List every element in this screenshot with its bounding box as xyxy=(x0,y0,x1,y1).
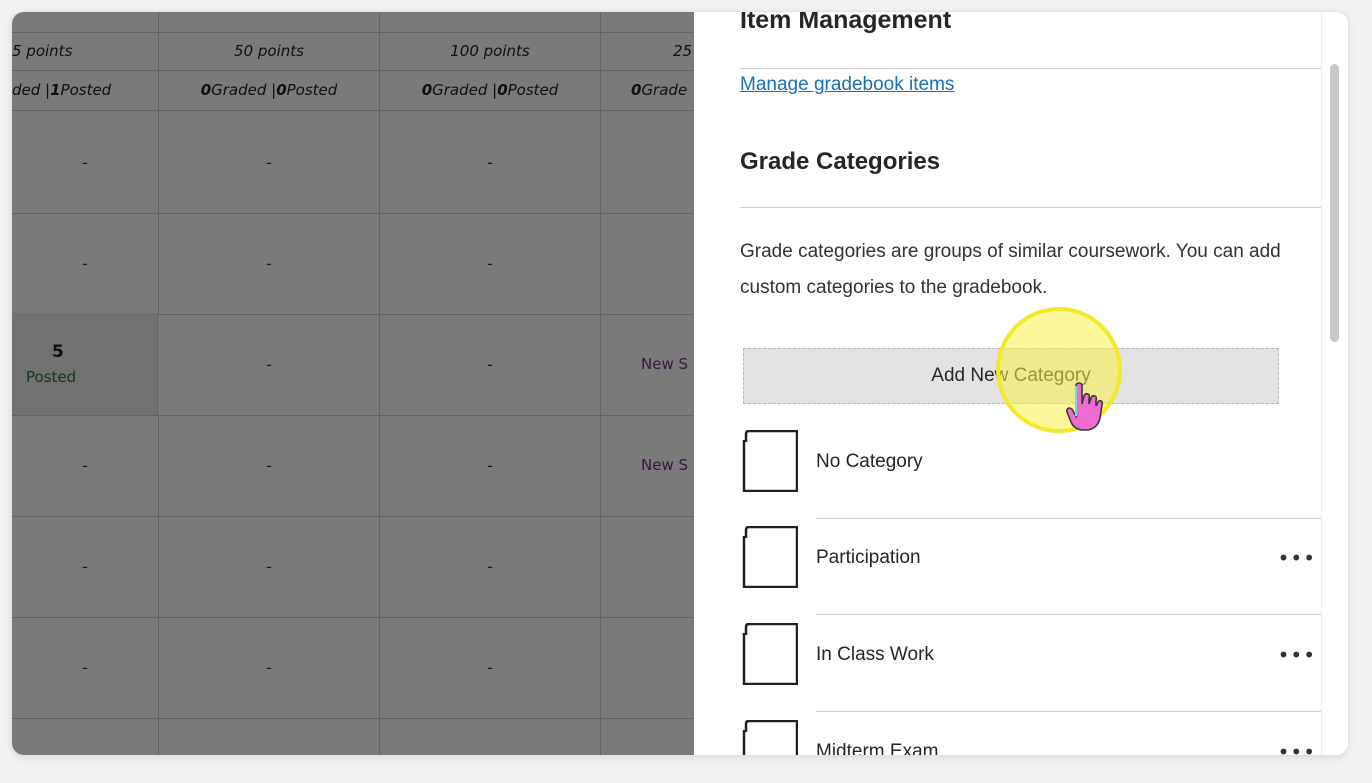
category-item[interactable]: Midterm Exam ••• xyxy=(740,712,1334,755)
grade-cell[interactable]: - xyxy=(12,616,159,718)
grade-cell[interactable]: - xyxy=(159,111,380,213)
category-icon xyxy=(742,430,798,492)
grade-cell[interactable]: - xyxy=(159,515,380,617)
status-text: Posted xyxy=(286,81,338,99)
item-management-heading: Item Management xyxy=(740,12,952,34)
category-icon xyxy=(742,623,798,685)
app-window: 5 points 50 points 100 points 25 ded | 1… xyxy=(12,12,1348,755)
new-submission-cell[interactable]: New S xyxy=(601,414,694,516)
status-text: Grade xyxy=(641,81,688,99)
grade-cell[interactable]: - xyxy=(12,414,159,516)
grade-cell[interactable] xyxy=(601,111,694,213)
category-icon xyxy=(742,720,798,755)
gradebook-grid: 5 points 50 points 100 points 25 ded | 1… xyxy=(12,12,694,755)
grade-cell[interactable]: - xyxy=(12,111,159,213)
grade-cell[interactable] xyxy=(601,616,694,718)
status-header-row: ded | 1 Posted 0 Graded | 0 Posted 0 Gra… xyxy=(12,70,694,111)
grade-cell[interactable]: - xyxy=(380,515,601,617)
points-header-row: 5 points 50 points 100 points 25 xyxy=(12,32,694,71)
grade-cell[interactable]: - xyxy=(380,616,601,718)
new-submission-cell[interactable]: New S xyxy=(601,313,694,415)
table-row: - - - xyxy=(12,111,694,214)
category-name: Participation xyxy=(816,547,921,568)
grade-cell[interactable]: - xyxy=(159,616,380,718)
status-text: Posted xyxy=(60,81,112,99)
grade-cell[interactable] xyxy=(159,717,380,755)
grade-cell[interactable]: - xyxy=(159,212,380,314)
more-options-icon[interactable]: ••• xyxy=(1278,615,1316,695)
grade-cell[interactable]: - xyxy=(380,414,601,516)
status-text: Posted xyxy=(507,81,559,99)
table-row: - - - xyxy=(12,616,694,719)
column-points: 100 points xyxy=(380,32,601,70)
status-count: 0 xyxy=(421,81,433,99)
column-status: ded | 1 Posted xyxy=(12,70,159,110)
grade-cell[interactable] xyxy=(601,515,694,617)
status-text: Graded | xyxy=(432,81,498,99)
table-row: 5 Posted - - New S xyxy=(12,313,694,416)
category-item[interactable]: No Category xyxy=(740,422,1334,519)
grade-cell[interactable]: - xyxy=(159,313,380,415)
column-status: 0 Graded | 0 Posted xyxy=(380,70,601,110)
table-row: - - - xyxy=(12,212,694,315)
grade-cell[interactable] xyxy=(601,212,694,314)
table-row xyxy=(12,717,694,755)
grade-categories-description: Grade categories are groups of similar c… xyxy=(740,241,1281,298)
posted-status: Posted xyxy=(26,368,77,386)
status-text: ded | xyxy=(12,81,51,99)
column-status: 0 Graded | 0 Posted xyxy=(159,70,380,110)
grade-score: 5 xyxy=(52,342,64,362)
category-item[interactable]: Participation ••• xyxy=(740,518,1334,615)
status-count: 0 xyxy=(631,81,642,99)
column-points: 5 points xyxy=(12,32,159,70)
category-name: In Class Work xyxy=(816,644,934,665)
more-options-icon[interactable]: ••• xyxy=(1278,518,1316,598)
grade-cell[interactable]: - xyxy=(380,212,601,314)
column-points: 50 points xyxy=(159,32,380,70)
status-count: 0 xyxy=(276,81,287,99)
column-points: 25 xyxy=(601,32,694,70)
grade-cell[interactable] xyxy=(380,717,601,755)
grade-cell[interactable]: - xyxy=(12,515,159,617)
grade-cell[interactable] xyxy=(12,717,159,755)
status-text: Graded | xyxy=(211,81,277,99)
table-row: - - - xyxy=(12,515,694,618)
grade-cell[interactable]: 5 Posted xyxy=(12,313,158,415)
grade-cell[interactable]: - xyxy=(380,111,601,213)
grade-cell[interactable]: - xyxy=(12,212,159,314)
category-name: No Category xyxy=(816,451,923,472)
table-row: - - - New S xyxy=(12,414,694,517)
panel-scrollbar[interactable] xyxy=(1321,12,1348,755)
grade-cell[interactable] xyxy=(601,717,694,755)
hand-pointer-icon xyxy=(1065,382,1104,431)
status-count: 1 xyxy=(50,81,61,99)
grade-categories-heading: Grade Categories xyxy=(740,148,941,175)
category-name: Midterm Exam xyxy=(816,741,939,755)
grid-top-row xyxy=(12,12,694,33)
status-count: 0 xyxy=(200,81,212,99)
status-count: 0 xyxy=(497,81,508,99)
category-item[interactable]: In Class Work ••• xyxy=(740,615,1334,712)
divider xyxy=(740,68,1334,69)
manage-gradebook-items-link[interactable]: Manage gradebook items xyxy=(740,74,954,96)
scrollbar-thumb[interactable] xyxy=(1330,64,1339,342)
column-status: 0 Grade xyxy=(601,70,694,110)
divider xyxy=(740,207,1334,208)
category-icon xyxy=(742,526,798,588)
grade-cell[interactable]: - xyxy=(380,313,601,415)
grade-cell[interactable]: - xyxy=(159,414,380,516)
more-options-icon[interactable]: ••• xyxy=(1278,712,1316,755)
